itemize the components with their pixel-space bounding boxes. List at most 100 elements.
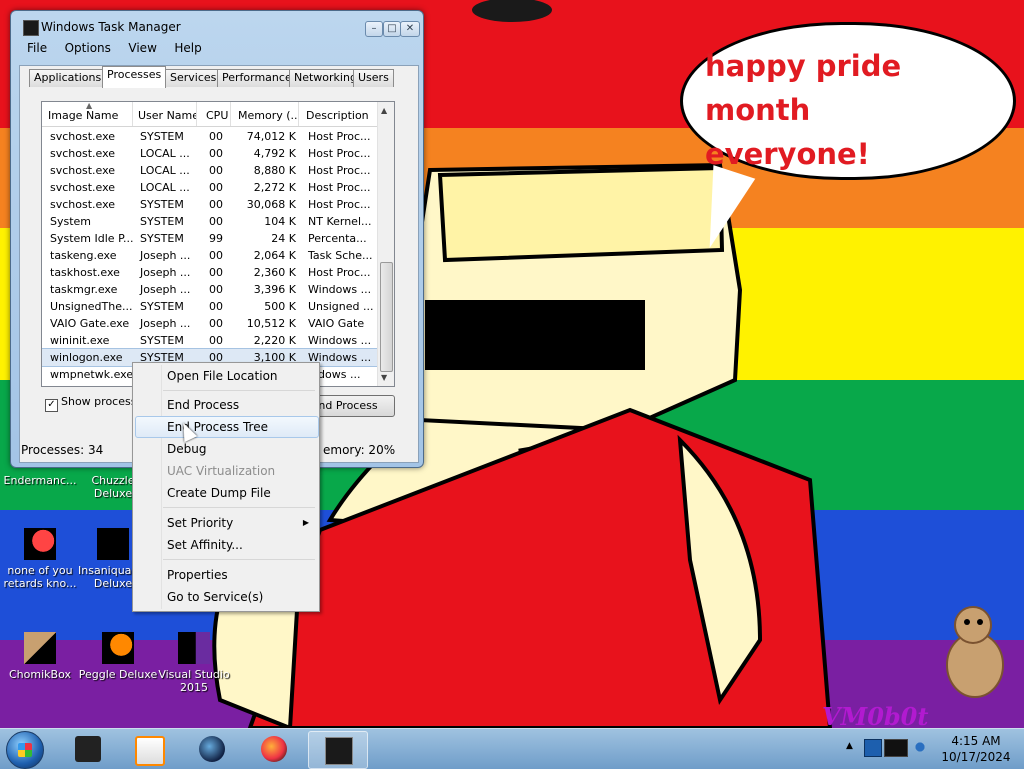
- taskbar-item-firefox[interactable]: [248, 731, 300, 767]
- checkbox-box[interactable]: ✓: [45, 399, 58, 412]
- process-cell-name: svchost.exe: [50, 181, 116, 194]
- show-hidden-icons-button[interactable]: ▲: [846, 741, 853, 751]
- table-row[interactable]: svchost.exe LOCAL ... 00 8,880 K Host Proc..…: [42, 162, 378, 179]
- table-row[interactable]: svchost.exe SYSTEM 00 30,068 K Host Proc...: [42, 196, 378, 213]
- taskbar-item-media-player[interactable]: [122, 731, 174, 767]
- censored-icon: [97, 528, 129, 560]
- process-cell-user: SYSTEM: [140, 215, 184, 228]
- speech-line-2: everyone!: [705, 137, 870, 171]
- clock[interactable]: 4:15 AM 10/17/2024: [936, 733, 1016, 765]
- window-title: Windows Task Manager: [41, 20, 181, 34]
- menu-options[interactable]: Options: [65, 41, 111, 55]
- table-row[interactable]: svchost.exe LOCAL ... 00 2,272 K Host Proc..…: [42, 179, 378, 196]
- menu-view[interactable]: View: [128, 41, 156, 55]
- network-icon[interactable]: [864, 739, 882, 757]
- process-cell-name: svchost.exe: [50, 198, 116, 211]
- censored-icon: [24, 528, 56, 560]
- desktop-icon-peggle[interactable]: Peggle Deluxe: [78, 632, 158, 681]
- tab-processes[interactable]: Processes: [102, 66, 167, 88]
- process-cell-mem: 30,068 K: [246, 198, 296, 211]
- start-button[interactable]: [6, 731, 44, 769]
- desktop-icon-visual-studio[interactable]: Visual Studio 2015: [154, 632, 234, 694]
- menu-item-debug[interactable]: Debug: [135, 439, 317, 459]
- tab-performance[interactable]: Performance: [217, 69, 297, 87]
- column-header-row: ▲ Image Name User Name CPU Memory (... D…: [42, 102, 379, 127]
- menu-item-open-file-location[interactable]: Open File Location: [135, 366, 317, 386]
- table-row[interactable]: taskmgr.exe Joseph ... 00 3,396 K Windows ..…: [42, 281, 378, 298]
- table-row[interactable]: svchost.exe LOCAL ... 00 4,792 K Host Proc..…: [42, 145, 378, 162]
- menu-item-set-affinity[interactable]: Set Affinity...: [135, 535, 317, 555]
- minimize-button[interactable]: –: [365, 21, 383, 37]
- menu-help[interactable]: Help: [174, 41, 201, 55]
- volume-icon[interactable]: [912, 739, 928, 755]
- process-rows: svchost.exe SYSTEM 00 74,012 K Host Proc... s…: [42, 128, 379, 383]
- process-cell-desc: NT Kernel...: [308, 215, 372, 228]
- menu-item-end-process-tree[interactable]: End Process Tree: [135, 416, 319, 438]
- desktop-icon-endermanch[interactable]: Endermanc...: [0, 474, 80, 487]
- table-row[interactable]: taskhost.exe Joseph ... 00 2,360 K Host Proc…: [42, 264, 378, 281]
- desktop-icon-chomikbox[interactable]: ChomikBox: [0, 632, 80, 681]
- process-list[interactable]: ▲ Image Name User Name CPU Memory (... D…: [41, 101, 395, 387]
- column-header-description[interactable]: Description: [300, 102, 379, 126]
- menu-item-label: Go to Service(s): [167, 590, 264, 604]
- table-row[interactable]: svchost.exe SYSTEM 00 74,012 K Host Proc...: [42, 128, 378, 145]
- process-cell-name: System Idle P...: [50, 232, 134, 245]
- column-header-image-name[interactable]: Image Name: [42, 102, 133, 126]
- taskbar-item-task-manager[interactable]: [308, 731, 368, 769]
- scroll-up-icon[interactable]: ▲: [381, 106, 387, 115]
- process-cell-name: winlogon.exe: [50, 351, 123, 364]
- process-cell-desc: Host Proc...: [308, 164, 371, 177]
- menu-item-label: UAC Virtualization: [167, 464, 276, 478]
- menu-item-label: End Process: [167, 398, 240, 412]
- table-row[interactable]: wininit.exe SYSTEM 00 2,220 K Windows ...: [42, 332, 378, 349]
- title-bar[interactable]: Windows Task Manager – □ ✕: [11, 11, 423, 37]
- menu-item-properties[interactable]: Properties: [135, 565, 317, 585]
- column-header-user-name[interactable]: User Name: [132, 102, 197, 126]
- desktop-icon-none-of-you[interactable]: none of you retards kno...: [0, 528, 80, 590]
- table-row[interactable]: System Idle P... SYSTEM 99 24 K Percenta...: [42, 230, 378, 247]
- menu-item-go-to-services[interactable]: Go to Service(s): [135, 587, 317, 607]
- menu-item-end-process[interactable]: End Process: [135, 395, 317, 415]
- process-cell-desc: Host Proc...: [308, 181, 371, 194]
- process-context-menu: Open File Location End Process End Proce…: [132, 362, 320, 612]
- monitor-icon[interactable]: [884, 739, 908, 757]
- show-all-processes-checkbox[interactable]: ✓ Show processe: [45, 395, 143, 412]
- desktop-icon-label: ChomikBox: [9, 668, 71, 681]
- table-row[interactable]: UnsignedThe... SYSTEM 00 500 K Unsigned ...: [42, 298, 378, 315]
- clock-date: 10/17/2024: [941, 750, 1011, 764]
- close-button[interactable]: ✕: [400, 21, 420, 37]
- process-cell-name: taskeng.exe: [50, 249, 117, 262]
- process-cell-name: wmpnetwk.exe: [50, 368, 134, 381]
- scroll-down-icon[interactable]: ▼: [381, 373, 387, 382]
- taskbar-item-explorer[interactable]: [62, 731, 114, 767]
- maximize-button[interactable]: □: [383, 21, 401, 37]
- menu-item-set-priority[interactable]: Set Priority ▶: [135, 513, 317, 533]
- scroll-thumb[interactable]: [380, 262, 393, 372]
- taskbar: ▲ 4:15 AM 10/17/2024: [0, 728, 1024, 769]
- menu-separator: [163, 390, 315, 391]
- censored-icon: [102, 632, 134, 664]
- table-row[interactable]: taskeng.exe Joseph ... 00 2,064 K Task Sche.…: [42, 247, 378, 264]
- table-row[interactable]: System SYSTEM 00 104 K NT Kernel...: [42, 213, 378, 230]
- menu-item-label: Open File Location: [167, 369, 278, 383]
- process-cell-user: Joseph ...: [140, 266, 191, 279]
- desktop-icon-label: none of you retards kno...: [3, 564, 77, 590]
- process-list-scrollbar[interactable]: ▲ ▼: [377, 102, 394, 386]
- menu-file[interactable]: File: [27, 41, 47, 55]
- desktop-icon-label: Peggle Deluxe: [78, 668, 158, 681]
- process-cell-user: SYSTEM: [140, 198, 184, 211]
- process-cell-mem: 74,012 K: [246, 130, 296, 143]
- windows-logo-icon: [18, 743, 32, 757]
- tab-networking[interactable]: Networking: [289, 69, 362, 87]
- tab-users[interactable]: Users: [353, 69, 394, 87]
- menu-item-create-dump-file[interactable]: Create Dump File: [135, 483, 317, 503]
- tab-services[interactable]: Services: [165, 69, 222, 87]
- tab-applications[interactable]: Applications: [29, 69, 107, 87]
- column-header-memory[interactable]: Memory (...: [232, 102, 299, 126]
- table-row[interactable]: VAIO Gate.exe Joseph ... 00 10,512 K VAIO Ga…: [42, 315, 378, 332]
- taskbar-item-browser[interactable]: [186, 731, 238, 767]
- process-cell-desc: VAIO Gate: [308, 317, 365, 330]
- process-cell-user: LOCAL ...: [140, 147, 190, 160]
- column-header-cpu[interactable]: CPU: [200, 102, 231, 126]
- status-process-count: Processes: 34: [21, 443, 104, 457]
